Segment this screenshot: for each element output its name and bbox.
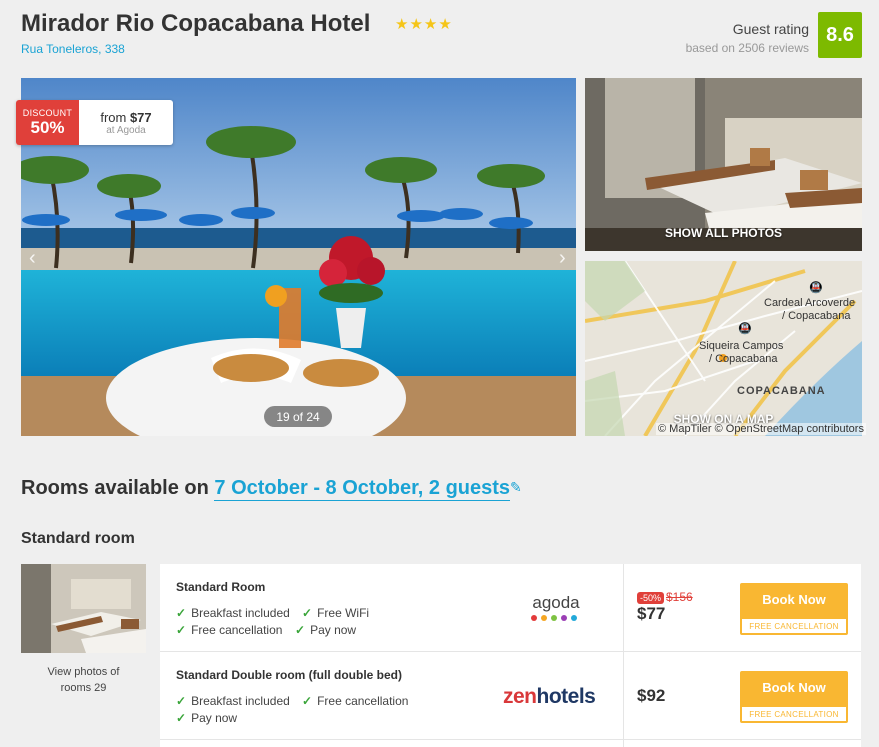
from-price-line: from $77 [100,110,151,125]
check-icon: ✓ [176,711,187,725]
map-district-label: COPACABANA [737,385,826,397]
price-source: at Agoda [106,124,146,136]
check-icon: ✓ [302,694,313,708]
book-now-label: Book Now [762,592,826,607]
room-type-title: Standard room [21,530,135,547]
rooms-heading: Rooms available on 7 October - 8 October… [21,477,511,501]
zenhotels-logo: zenhotels [503,685,596,709]
book-now-button[interactable]: Book Now FREE CANCELLATION [740,671,848,723]
book-now-label: Book Now [762,680,826,695]
rooms-heading-prefix: Rooms available on [21,477,209,499]
old-price: $156 [666,590,693,604]
discount-percent-box: DISCOUNT 50% [16,100,79,145]
check-icon: ✓ [302,606,313,620]
map-attribution[interactable]: © MapTiler © OpenStreetMap contributors [656,423,866,435]
feature-item: ✓ Free cancellation [176,623,282,637]
hotel-name: Mirador Rio Copacabana Hotel [21,10,371,37]
metro-station-icon: 🚇 [738,323,752,335]
discount-percent: 50% [30,117,65,137]
map-label-cardeal-line1: Cardeal Arcoverde [764,297,856,309]
photo-counter: 19 of 24 [264,406,332,427]
rooms-dates-link[interactable]: 7 October - 8 October, 2 guests [214,477,511,501]
offer-name: Standard Double room (full double bed) [176,668,402,682]
next-photo-chevron-icon[interactable]: › [559,247,566,270]
from-price-box: from $77 at Agoda [79,100,173,145]
zenhotels-logo-text: zen [503,685,537,708]
discount-badge: DISCOUNT 50% from $77 at Agoda [16,100,173,145]
offer-row: Standard Room ✓ Breakfast included ✓ Free … [160,564,861,652]
feature-item: ✓ Breakfast included [176,694,290,708]
agoda-logo-text: agoda [532,593,580,612]
check-icon: ✓ [295,623,306,637]
view-photos-line1: View photos of [47,666,120,678]
discount-label: DISCOUNT [22,107,73,118]
from-price: $77 [129,109,152,125]
free-cancellation-label: FREE CANCELLATION [742,619,846,633]
star-rating: ★★★★ [395,16,453,33]
hotel-address-link[interactable]: Rua Toneleros, 338 [21,42,125,56]
pencil-icon[interactable]: ✎ [510,479,522,496]
feature-label: Free cancellation [191,623,283,637]
agoda-logo: agoda [528,592,584,629]
feature-label: Free cancellation [317,694,409,708]
map-label-siqueira: Siqueira Campos / Copacabana [699,340,783,366]
from-text: from [100,109,127,125]
offer-row: Standard Double room (full double bed) ✓… [160,652,861,740]
feature-label: Breakfast included [191,606,290,620]
metro-station-icon: 🚇 [809,282,823,294]
map-label-siqueira-line2: / Copacabana [709,353,778,365]
feature-label: Free WiFi [317,606,370,620]
free-cancellation-label: FREE CANCELLATION [742,707,846,721]
feature-label: Pay now [191,711,238,725]
agoda-logo-image: agoda [531,593,580,621]
rating-score-badge: 8.6 [818,12,862,58]
offer-name: Standard Room [176,580,266,594]
feature-item: ✓ Free WiFi [302,606,369,620]
feature-item: ✓ Breakfast included [176,606,290,620]
show-all-photos-button[interactable]: SHOW ALL PHOTOS [585,226,862,240]
price: $92 [637,686,666,705]
map-label-cardeal-line2: / Copacabana [782,310,851,322]
check-icon: ✓ [176,606,187,620]
book-now-button[interactable]: Book Now FREE CANCELLATION [740,583,848,635]
prev-photo-chevron-icon[interactable]: ‹ [29,247,36,270]
feature-label: Breakfast included [191,694,290,708]
feature-label: Pay now [310,623,357,637]
discount-tag: -50% [637,592,665,604]
reviews-count: based on 2506 reviews [685,41,809,55]
zenhotels-logo-suffix: hotels [536,685,596,708]
map-label-siqueira-line1: Siqueira Campos [699,340,784,352]
feature-item: ✓ Pay now [176,711,237,725]
view-room-photos-link[interactable]: View photos of rooms 29 [21,664,146,696]
feature-item: ✓ Pay now [295,623,356,637]
map-label-cardeal: Cardeal Arcoverde / Copacabana [764,297,855,323]
offers-table: Standard Room ✓ Breakfast included ✓ Free … [160,564,861,747]
feature-item: ✓ Free cancellation [302,694,408,708]
room-type-image [21,564,146,653]
guest-rating-label: Guest rating [732,21,809,37]
price: $77 [637,604,666,623]
view-photos-line2: rooms 29 [60,682,107,694]
room-type-thumbnail[interactable] [21,564,146,653]
check-icon: ✓ [176,623,187,637]
check-icon: ✓ [176,694,187,708]
